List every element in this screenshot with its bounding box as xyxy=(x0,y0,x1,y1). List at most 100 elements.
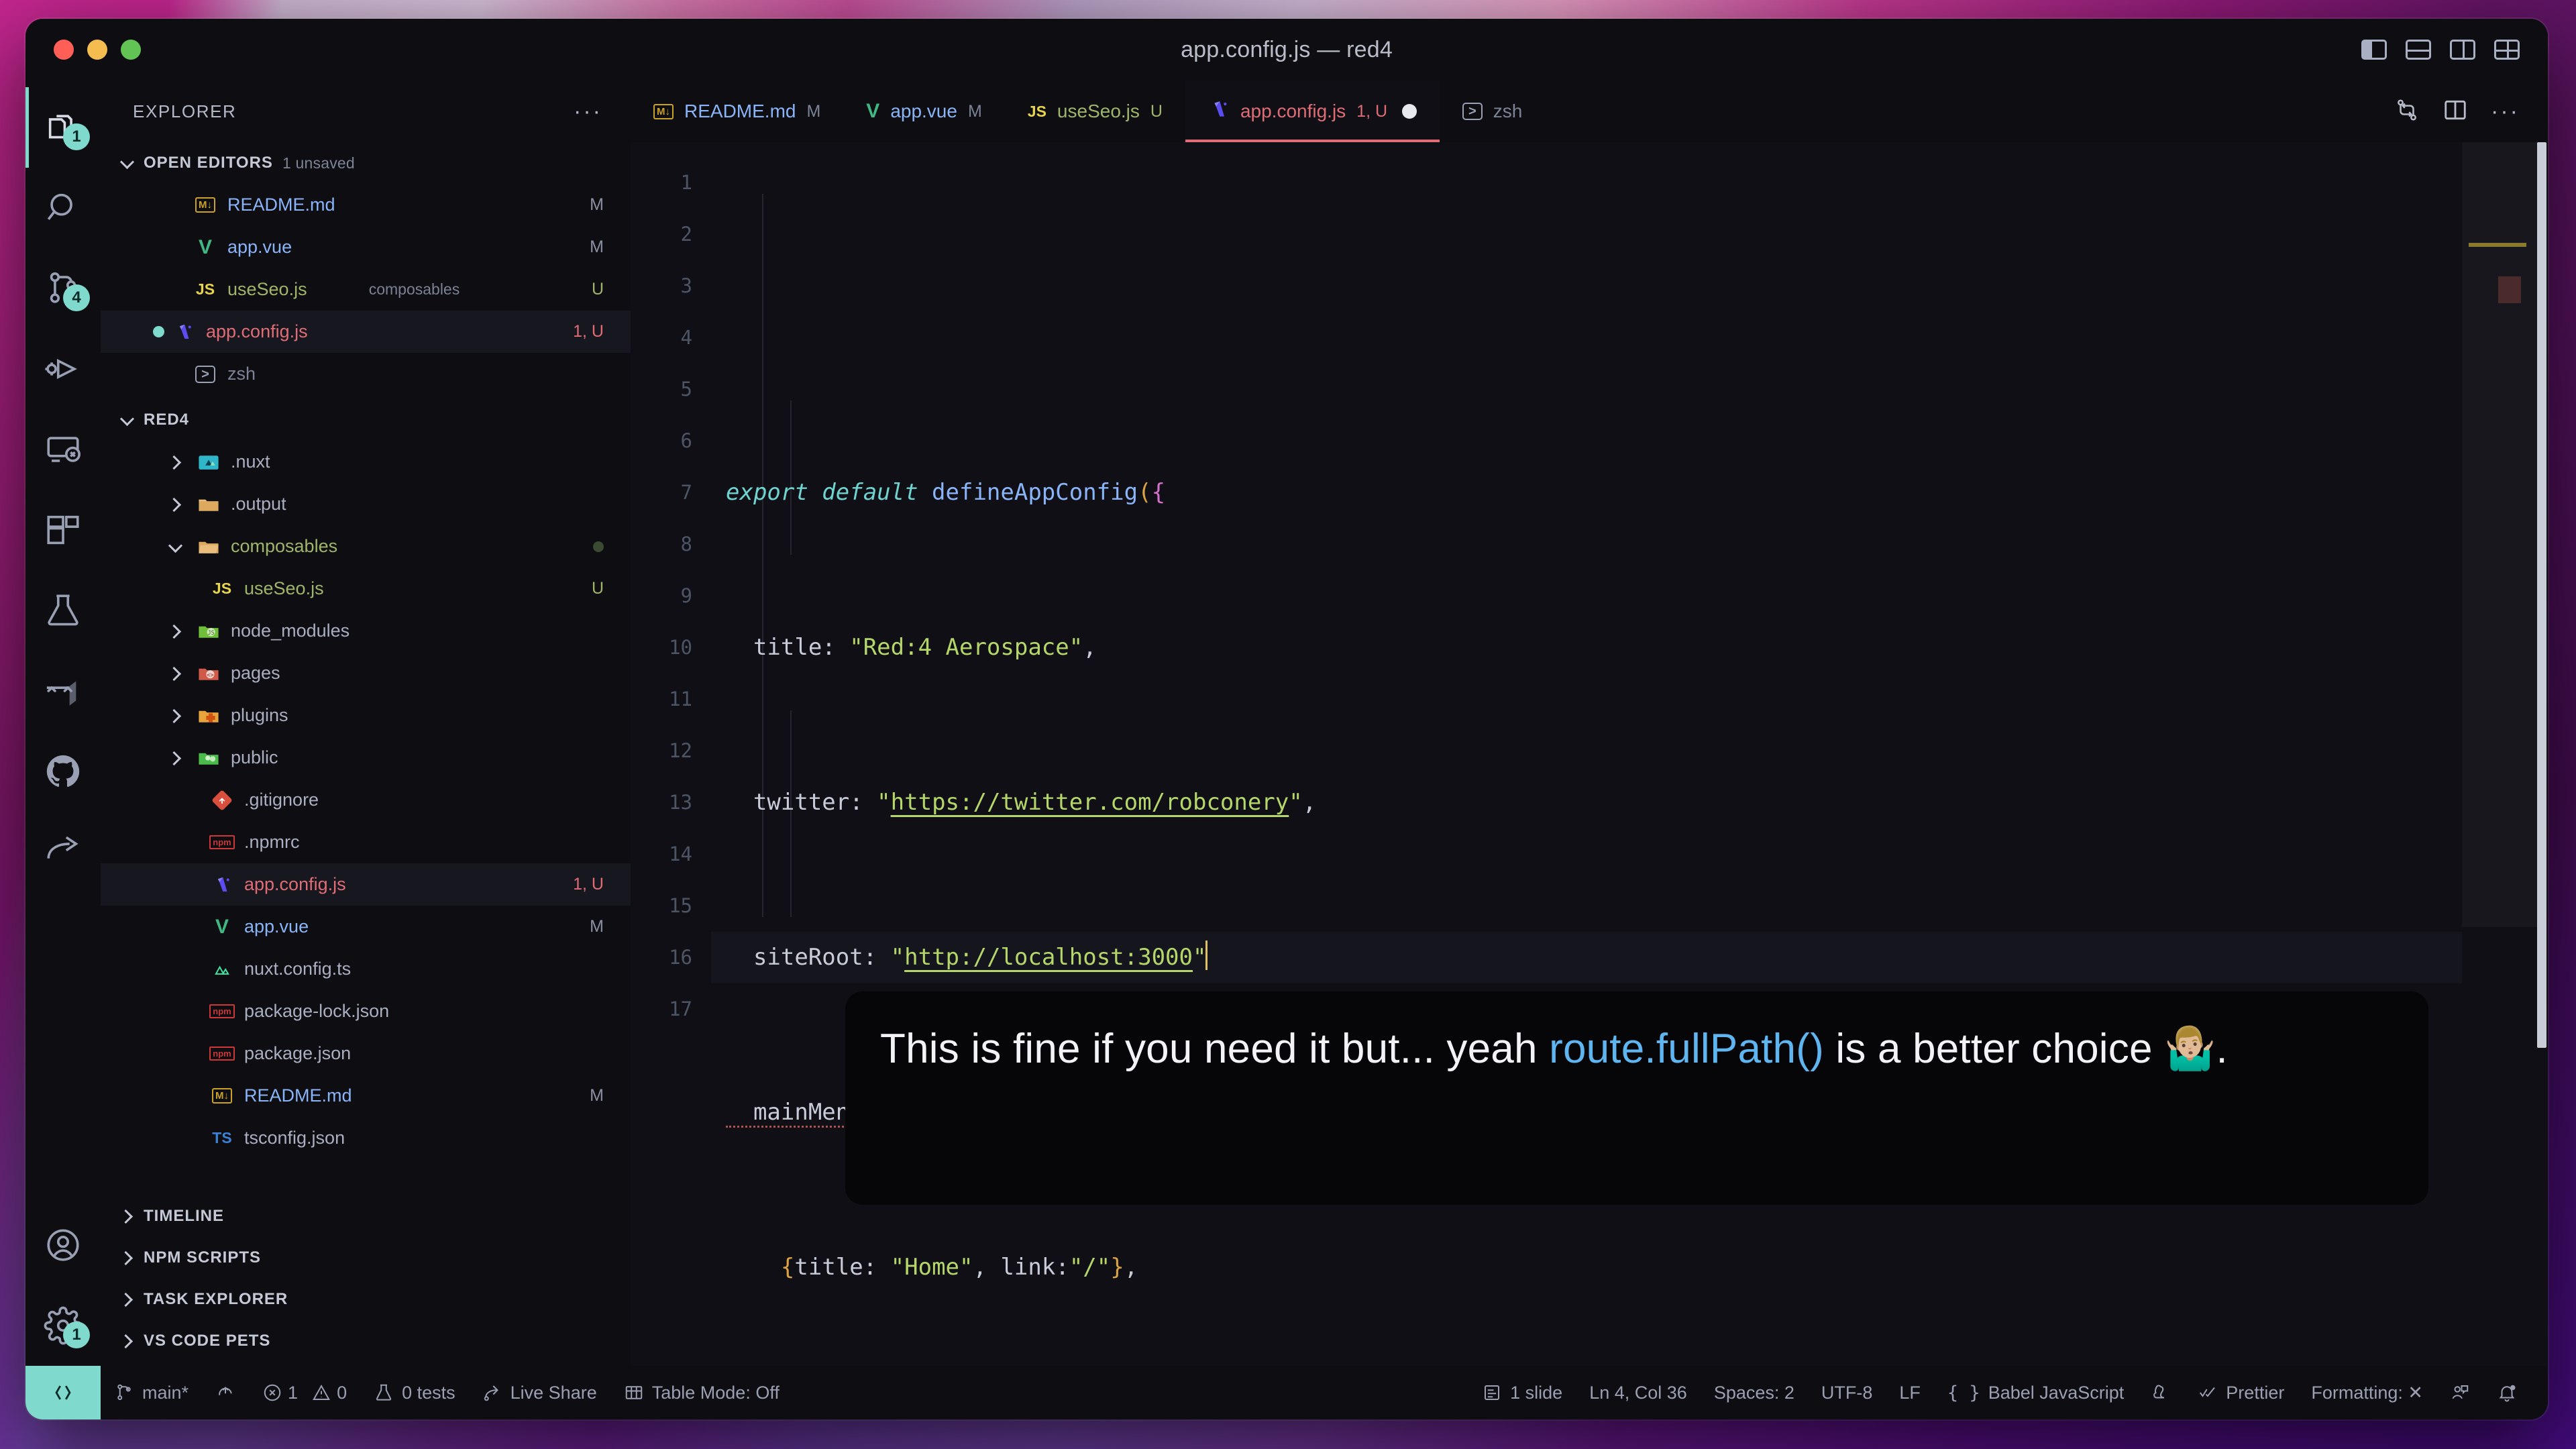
status-notifications[interactable] xyxy=(2483,1366,2530,1419)
more-actions-icon[interactable]: ··· xyxy=(2491,100,2520,123)
tree-item[interactable]: <> pages xyxy=(101,652,631,694)
chevron-right-icon[interactable] xyxy=(168,497,182,512)
js-icon: JS xyxy=(212,580,232,597)
tree-item[interactable]: plugins xyxy=(101,694,631,737)
tree-item[interactable]: app.config.js 1, U xyxy=(101,863,631,906)
remote-icon xyxy=(47,437,80,462)
language-mode-label: Babel JavaScript xyxy=(1988,1382,2125,1403)
tab-zsh[interactable]: > zsh xyxy=(1440,80,1545,142)
activity-explorer[interactable]: 1 xyxy=(25,87,101,168)
close-window-button[interactable] xyxy=(54,40,74,60)
tree-item[interactable]: JS useSeo.js U xyxy=(101,568,631,610)
chevron-down-icon[interactable] xyxy=(168,539,182,554)
layout-toggles[interactable] xyxy=(2361,40,2520,60)
activity-run-and-debug[interactable] xyxy=(25,329,101,409)
customize-layout-icon[interactable] xyxy=(2494,40,2520,60)
status-indentation[interactable]: Spaces: 2 xyxy=(1701,1366,1808,1419)
tree-item[interactable]: .output xyxy=(101,483,631,525)
status-problems[interactable]: 1 0 xyxy=(249,1366,360,1419)
status-tests[interactable]: 0 tests xyxy=(360,1366,469,1419)
toggle-primary-sidebar-icon[interactable] xyxy=(2361,40,2387,60)
status-cursor-position[interactable]: Ln 4, Col 36 xyxy=(1576,1366,1701,1419)
status-slide[interactable]: 1 slide xyxy=(1468,1366,1576,1419)
npm-scripts-section-header[interactable]: NPM SCRIPTS xyxy=(101,1237,631,1279)
activity-accounts[interactable] xyxy=(25,1205,101,1285)
remote-window-button[interactable] xyxy=(25,1366,101,1419)
status-prettier[interactable]: Prettier xyxy=(2184,1366,2298,1419)
maximize-window-button[interactable] xyxy=(121,40,141,60)
status-encoding[interactable]: UTF-8 xyxy=(1808,1366,1886,1419)
open-editor-item[interactable]: > zsh xyxy=(101,353,631,395)
status-branch[interactable]: main* xyxy=(101,1366,202,1419)
toggle-panel-icon[interactable] xyxy=(2406,40,2431,60)
tree-item[interactable]: npm package-lock.json xyxy=(101,990,631,1032)
activity-github[interactable] xyxy=(25,731,101,812)
tree-item[interactable]: .nuxt xyxy=(101,441,631,483)
activity-settings[interactable]: 1 xyxy=(25,1285,101,1366)
open-editor-item[interactable]: V app.vue M xyxy=(101,226,631,268)
tab-useseo-js[interactable]: JS useSeo.js U xyxy=(1005,80,1185,142)
split-editor-icon[interactable] xyxy=(2443,97,2468,126)
code-line-3: twitter: "https://twitter.com/robconery"… xyxy=(726,789,1317,816)
slide-icon xyxy=(1485,1385,1500,1400)
activity-testing[interactable] xyxy=(25,570,101,651)
line-number: 9 xyxy=(680,584,692,607)
activity-source-control[interactable]: 4 xyxy=(25,248,101,329)
activity-snippets[interactable] xyxy=(25,651,101,731)
tree-item[interactable]: M↓ README.md M xyxy=(101,1075,631,1117)
tree-item[interactable]: public xyxy=(101,737,631,779)
line-number: 13 xyxy=(669,791,692,814)
chevron-right-icon[interactable] xyxy=(168,751,182,765)
sidebar-more-actions-icon[interactable]: ··· xyxy=(574,100,602,123)
activity-remote-explorer[interactable] xyxy=(25,409,101,490)
tab-app-config-js[interactable]: app.config.js 1, U xyxy=(1185,80,1440,142)
open-editor-item[interactable]: app.config.js 1, U xyxy=(101,311,631,353)
tree-item[interactable]: V app.vue M xyxy=(101,906,631,948)
compare-changes-icon[interactable] xyxy=(2394,97,2420,126)
status-feedback[interactable] xyxy=(2436,1366,2483,1419)
status-sync[interactable] xyxy=(202,1366,249,1419)
open-editor-item[interactable]: M↓ README.md M xyxy=(101,184,631,226)
task-explorer-section-header[interactable]: TASK EXPLORER xyxy=(101,1279,631,1320)
status-language-mode[interactable]: { } Babel JavaScript xyxy=(1934,1366,2137,1419)
tree-item[interactable]: npm package.json xyxy=(101,1032,631,1075)
chevron-right-icon[interactable] xyxy=(168,666,182,681)
editor-scrollbar-thumb[interactable] xyxy=(2537,142,2546,1048)
unsaved-dot-icon[interactable] xyxy=(1402,104,1417,119)
activity-live-share[interactable] xyxy=(25,812,101,892)
status-live-share[interactable]: Live Share xyxy=(469,1366,610,1419)
minimize-window-button[interactable] xyxy=(87,40,107,60)
chevron-right-icon[interactable] xyxy=(168,708,182,723)
open-editor-item[interactable]: JS useSeo.js composables U xyxy=(101,268,631,311)
vue-icon: V xyxy=(198,235,212,258)
warning-count: 0 xyxy=(337,1382,347,1403)
tree-item[interactable]: nuxt.config.ts xyxy=(101,948,631,990)
activity-extensions[interactable] xyxy=(25,490,101,570)
toggle-secondary-sidebar-icon[interactable] xyxy=(2450,40,2475,60)
npm-icon: npm xyxy=(208,835,236,849)
code-line-1: export default defineAppConfig({ xyxy=(726,479,1166,506)
status-formatting[interactable]: Formatting: ✕ xyxy=(2298,1366,2436,1419)
tree-item[interactable]: JS node_modules xyxy=(101,610,631,652)
tree-item[interactable]: .gitignore xyxy=(101,779,631,821)
tree-item[interactable]: npm .npmrc xyxy=(101,821,631,863)
minimap[interactable] xyxy=(2462,142,2548,1366)
timeline-section-header[interactable]: TIMELINE xyxy=(101,1195,631,1237)
tab-readme-md[interactable]: M↓ README.md M xyxy=(631,80,843,142)
chevron-right-icon[interactable] xyxy=(168,455,182,470)
status-squirrel[interactable] xyxy=(2137,1366,2184,1419)
activity-search[interactable] xyxy=(25,168,101,248)
tree-item-status: 1, U xyxy=(573,875,604,894)
window-controls[interactable] xyxy=(25,40,141,60)
status-table-mode[interactable]: Table Mode: Off xyxy=(610,1366,793,1419)
chevron-right-icon[interactable] xyxy=(168,624,182,639)
vs-code-pets-section-header[interactable]: VS CODE PETS xyxy=(101,1320,631,1362)
tab-app-vue[interactable]: V app.vue M xyxy=(843,80,1004,142)
tree-item[interactable]: TS tsconfig.json xyxy=(101,1117,631,1159)
tree-item[interactable]: composables xyxy=(101,525,631,568)
status-eol[interactable]: LF xyxy=(1886,1366,1934,1419)
workspace-section-header[interactable]: RED4 xyxy=(101,399,631,441)
open-editors-sublabel: 1 unsaved xyxy=(282,154,355,172)
open-editors-section-header[interactable]: OPEN EDITORS 1 unsaved xyxy=(101,142,631,184)
minimap-slider[interactable] xyxy=(2462,142,2541,927)
